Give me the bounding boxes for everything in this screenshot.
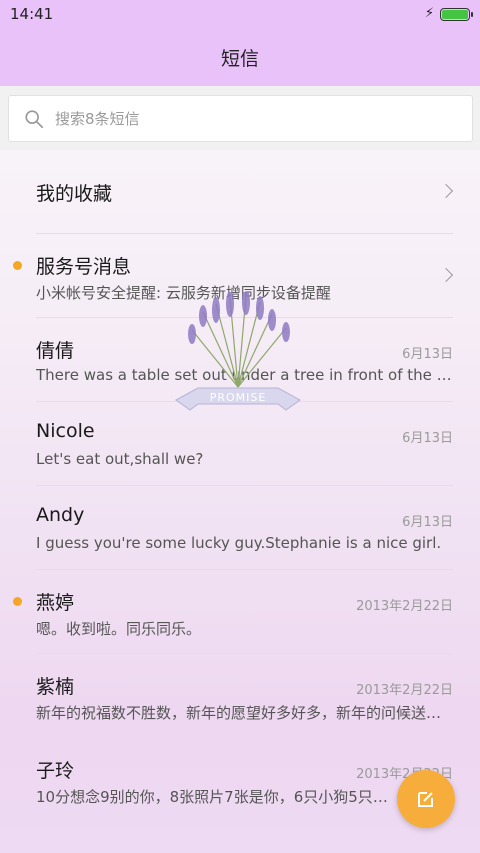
conversation-row[interactable]: 子玲 2013年2月22日 10分想念9别的你，8张照片7张是你，6只小狗5只像… [36,738,453,822]
compose-icon [418,792,433,807]
search-icon [25,109,44,128]
status-icons: ⚡ [424,6,473,21]
contact-name: Andy [36,504,85,526]
chevron-right-icon [438,267,454,283]
unread-dot [13,597,22,606]
conversation-list: 我的收藏 服务号消息 小米帐号安全提醒: 云服务新增同步设备提醒 倩倩 6月13… [0,150,480,822]
search-bar [0,86,480,150]
message-preview: 嗯。收到啦。同乐同乐。 [36,620,202,638]
conversation-row[interactable]: 紫楠 2013年2月22日 新年的祝福数不胜数，新年的愿望好多好多，新年的问候送… [36,654,453,738]
contact-name: 燕婷 [36,592,75,614]
page-title: 短信 [220,47,259,70]
conversation-row[interactable]: Andy 6月13日 I guess you're some lucky guy… [36,486,453,570]
message-date: 6月13日 [402,515,453,530]
battery-icon [440,7,473,21]
message-date: 2013年2月22日 [356,683,453,698]
charging-icon: ⚡ [424,6,434,21]
compose-button[interactable] [397,770,455,828]
message-preview: Let's eat out,shall we? [36,450,204,468]
message-date: 6月13日 [402,431,453,446]
conversation-row[interactable]: 燕婷 2013年2月22日 嗯。收到啦。同乐同乐。 [13,570,453,654]
message-date: 2013年2月22日 [356,599,453,614]
message-date: 6月13日 [402,347,453,362]
contact-name: 倩倩 [36,340,75,362]
status-bar: 14:41 ⚡ [0,0,480,28]
service-preview: 小米帐号安全提醒: 云服务新增同步设备提醒 [36,284,331,302]
battery-level [442,9,468,19]
message-preview: There was a table set out under a tree i… [36,366,453,384]
chevron-right-icon [438,183,454,199]
conversation-row[interactable]: Nicole 6月13日 Let's eat out,shall we? [36,402,453,486]
contact-name: 紫楠 [36,676,75,698]
service-messages-item[interactable]: 服务号消息 小米帐号安全提醒: 云服务新增同步设备提醒 [13,234,454,318]
message-preview: 新年的祝福数不胜数，新年的愿望好多好多，新年的问候送给你 [36,704,453,722]
service-title: 服务号消息 [36,256,132,278]
app-header: 短信 [0,28,480,86]
unread-dot [13,261,22,270]
contact-name: Nicole [36,420,95,442]
message-preview: 10分想念9别的你，8张照片7张是你，6只小狗5只像你 [36,788,396,806]
favorites-item[interactable]: 我的收藏 [36,150,454,234]
status-time: 14:41 [10,5,54,23]
search-box[interactable] [8,95,473,142]
contact-name: 子玲 [36,760,75,782]
favorites-label: 我的收藏 [36,183,113,205]
conversation-row[interactable]: 倩倩 6月13日 There was a table set out under… [36,318,453,402]
message-preview: I guess you're some lucky guy.Stephanie … [36,534,442,552]
search-input[interactable] [55,109,435,128]
